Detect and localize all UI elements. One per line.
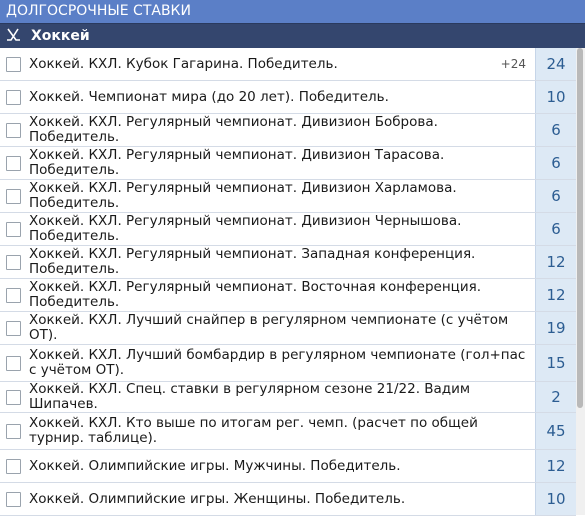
event-row[interactable]: Хоккей. Олимпийские игры. Мужчины. Побед… — [0, 450, 576, 483]
event-count-badge[interactable]: 6 — [535, 147, 576, 179]
event-checkbox[interactable] — [6, 188, 21, 204]
event-count-badge[interactable]: 6 — [535, 213, 576, 245]
event-row[interactable]: Хоккей. КХЛ. Лучший бомбардир в регулярн… — [0, 345, 576, 382]
event-checkbox[interactable] — [6, 423, 21, 439]
event-row[interactable]: Хоккей. КХЛ. Лучший снайпер в регулярном… — [0, 312, 576, 345]
event-row[interactable]: Хоккей. КХЛ. Регулярный чемпионат. Дивиз… — [0, 213, 576, 246]
scrollbar-thumb[interactable] — [577, 48, 583, 408]
event-count-badge[interactable]: 10 — [535, 81, 576, 113]
event-count-badge[interactable]: 6 — [535, 114, 576, 146]
scrollbar[interactable] — [576, 48, 585, 515]
event-row[interactable]: Хоккей. КХЛ. Регулярный чемпионат. Дивиз… — [0, 114, 576, 147]
event-count-badge[interactable]: 2 — [535, 382, 576, 412]
event-count-badge[interactable]: 12 — [535, 246, 576, 278]
events-list: Хоккей. КХЛ. Кубок Гагарина. Победитель.… — [0, 48, 576, 516]
event-row[interactable]: Хоккей. КХЛ. Регулярный чемпионат. Дивиз… — [0, 147, 576, 180]
event-count-badge[interactable]: 15 — [535, 345, 576, 381]
event-label[interactable]: Хоккей. КХЛ. Лучший снайпер в регулярном… — [29, 313, 528, 343]
event-checkbox[interactable] — [6, 122, 21, 138]
event-checkbox[interactable] — [6, 458, 21, 474]
event-label[interactable]: Хоккей. КХЛ. Лучший бомбардир в регулярн… — [29, 348, 528, 378]
event-checkbox[interactable] — [6, 320, 21, 336]
event-label[interactable]: Хоккей. КХЛ. Регулярный чемпионат. Дивиз… — [29, 214, 528, 244]
event-checkbox[interactable] — [6, 254, 21, 270]
sport-name: Хоккей — [31, 28, 90, 44]
event-label[interactable]: Хоккей. КХЛ. Кто выше по итогам рег. чем… — [29, 416, 528, 446]
event-checkbox[interactable] — [6, 287, 21, 303]
event-row[interactable]: Хоккей. КХЛ. Регулярный чемпионат. Запад… — [0, 246, 576, 279]
event-checkbox[interactable] — [6, 355, 21, 371]
event-row[interactable]: Хоккей. КХЛ. Спец. ставки в регулярном с… — [0, 382, 576, 413]
event-count-badge[interactable]: 12 — [535, 450, 576, 482]
event-row[interactable]: Хоккей. КХЛ. Регулярный чемпионат. Дивиз… — [0, 180, 576, 213]
event-count-badge[interactable]: 24 — [535, 48, 576, 80]
event-row[interactable]: Хоккей. КХЛ. Регулярный чемпионат. Восто… — [0, 279, 576, 312]
event-checkbox[interactable] — [6, 389, 21, 405]
event-row[interactable]: Хоккей. Олимпийские игры. Женщины. Побед… — [0, 483, 576, 516]
event-label[interactable]: Хоккей. Олимпийские игры. Женщины. Побед… — [29, 491, 528, 507]
event-label[interactable]: Хоккей. Чемпионат мира (до 20 лет). Побе… — [29, 89, 528, 105]
sport-header[interactable]: Хоккей — [0, 23, 585, 48]
event-label[interactable]: Хоккей. КХЛ. Регулярный чемпионат. Запад… — [29, 247, 528, 277]
event-label[interactable]: Хоккей. КХЛ. Регулярный чемпионат. Дивиз… — [29, 148, 528, 178]
event-count-badge[interactable]: 10 — [535, 483, 576, 515]
event-extra-count: +24 — [500, 57, 526, 71]
event-checkbox[interactable] — [6, 221, 21, 237]
hockey-sticks-icon — [5, 28, 25, 44]
event-count-badge[interactable]: 19 — [535, 312, 576, 344]
event-checkbox[interactable] — [6, 56, 21, 72]
event-label[interactable]: Хоккей. КХЛ. Регулярный чемпионат. Дивиз… — [29, 181, 528, 211]
event-count-badge[interactable]: 12 — [535, 279, 576, 311]
section-title: ДОЛГОСРОЧНЫЕ СТАВКИ — [0, 0, 585, 23]
event-checkbox[interactable] — [6, 89, 21, 105]
event-label[interactable]: Хоккей. КХЛ. Регулярный чемпионат. Восто… — [29, 280, 528, 310]
event-count-badge[interactable]: 45 — [535, 413, 576, 449]
event-row[interactable]: Хоккей. КХЛ. Кубок Гагарина. Победитель.… — [0, 48, 576, 81]
event-label[interactable]: Хоккей. КХЛ. Регулярный чемпионат. Дивиз… — [29, 115, 528, 145]
event-label[interactable]: Хоккей. КХЛ. Кубок Гагарина. Победитель. — [29, 56, 528, 72]
event-row[interactable]: Хоккей. КХЛ. Кто выше по итогам рег. чем… — [0, 413, 576, 450]
event-label[interactable]: Хоккей. Олимпийские игры. Мужчины. Побед… — [29, 458, 528, 474]
event-checkbox[interactable] — [6, 491, 21, 507]
event-row[interactable]: Хоккей. Чемпионат мира (до 20 лет). Побе… — [0, 81, 576, 114]
event-label[interactable]: Хоккей. КХЛ. Спец. ставки в регулярном с… — [29, 382, 528, 412]
event-checkbox[interactable] — [6, 155, 21, 171]
event-count-badge[interactable]: 6 — [535, 180, 576, 212]
